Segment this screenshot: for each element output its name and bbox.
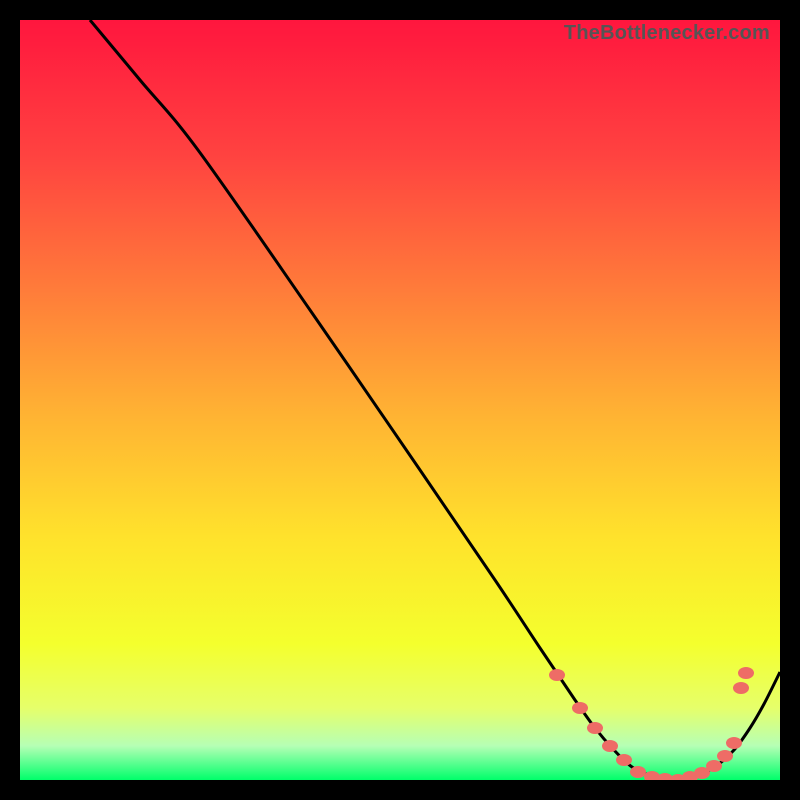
chart-frame: TheBottlenecker.com (20, 20, 780, 780)
gradient-background (20, 20, 780, 780)
curve-marker (572, 702, 588, 714)
watermark-label: TheBottlenecker.com (564, 22, 770, 45)
curve-marker (602, 740, 618, 752)
curve-marker (587, 722, 603, 734)
curve-marker (630, 766, 646, 778)
curve-marker (738, 667, 754, 679)
curve-marker (549, 669, 565, 681)
curve-marker (733, 682, 749, 694)
curve-marker (616, 754, 632, 766)
curve-marker (717, 750, 733, 762)
curve-marker (706, 760, 722, 772)
bottleneck-chart (20, 20, 780, 780)
curve-marker (726, 737, 742, 749)
